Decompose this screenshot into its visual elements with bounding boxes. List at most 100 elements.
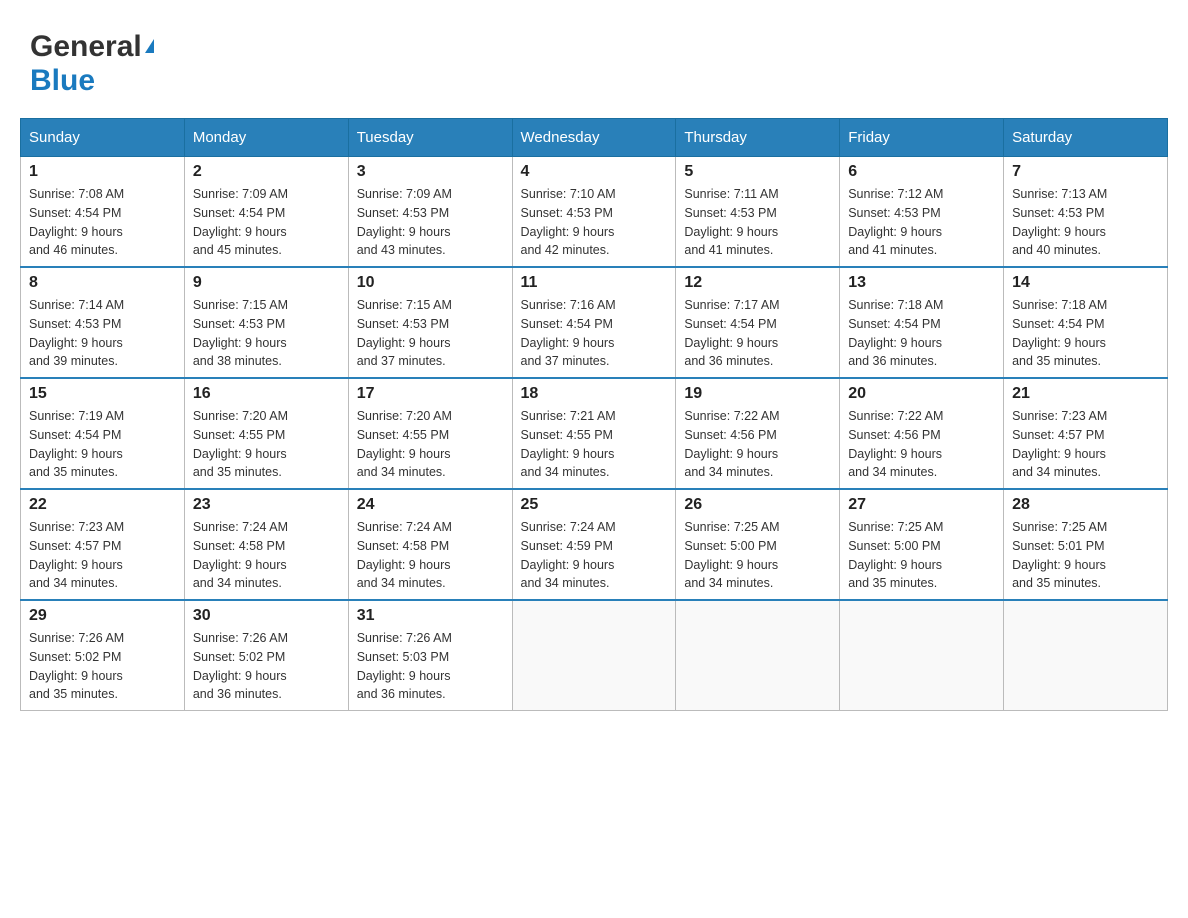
day-info: Sunrise: 7:23 AMSunset: 4:57 PMDaylight:… (29, 518, 176, 593)
day-info: Sunrise: 7:18 AMSunset: 4:54 PMDaylight:… (1012, 296, 1159, 371)
day-info: Sunrise: 7:26 AMSunset: 5:03 PMDaylight:… (357, 629, 504, 704)
calendar-cell: 17Sunrise: 7:20 AMSunset: 4:55 PMDayligh… (348, 378, 512, 489)
calendar-cell: 19 Sunrise: 7:22 AMSunset: 4:56 PMDayligh… (676, 378, 840, 489)
calendar-cell: 25 Sunrise: 7:24 AMSunset: 4:59 PMDayligh… (512, 489, 676, 600)
day-info: Sunrise: 7:23 AMSunset: 4:57 PMDaylight:… (1012, 407, 1159, 482)
calendar-cell: 15 Sunrise: 7:19 AMSunset: 4:54 PMDayligh… (21, 378, 185, 489)
day-info: Sunrise: 7:20 AMSunset: 4:55 PMDaylight:… (357, 407, 504, 482)
day-number: 1 (29, 163, 176, 181)
calendar-cell: 5 Sunrise: 7:11 AMSunset: 4:53 PMDaylight… (676, 157, 840, 268)
calendar-week-row: 22 Sunrise: 7:23 AMSunset: 4:57 PMDayligh… (21, 489, 1168, 600)
header-thursday: Thursday (676, 119, 840, 157)
calendar-cell: 16Sunrise: 7:20 AMSunset: 4:55 PMDayligh… (184, 378, 348, 489)
calendar-cell (676, 600, 840, 711)
calendar-table: SundayMondayTuesdayWednesdayThursdayFrid… (20, 118, 1168, 711)
calendar-cell: 4 Sunrise: 7:10 AMSunset: 4:53 PMDaylight… (512, 157, 676, 268)
calendar-cell: 2 Sunrise: 7:09 AMSunset: 4:54 PMDaylight… (184, 157, 348, 268)
day-info: Sunrise: 7:20 AMSunset: 4:55 PMDaylight:… (193, 407, 340, 482)
calendar-cell: 28 Sunrise: 7:25 AMSunset: 5:01 PMDayligh… (1004, 489, 1168, 600)
day-info: Sunrise: 7:22 AMSunset: 4:56 PMDaylight:… (848, 407, 995, 482)
day-info: Sunrise: 7:09 AMSunset: 4:54 PMDaylight:… (193, 185, 340, 260)
calendar-cell (1004, 600, 1168, 711)
day-info: Sunrise: 7:08 AMSunset: 4:54 PMDaylight:… (29, 185, 176, 260)
calendar-cell: 20Sunrise: 7:22 AMSunset: 4:56 PMDayligh… (840, 378, 1004, 489)
day-info: Sunrise: 7:25 AMSunset: 5:00 PMDaylight:… (684, 518, 831, 593)
day-number: 28 (1012, 496, 1159, 514)
calendar-cell: 27 Sunrise: 7:25 AMSunset: 5:00 PMDayligh… (840, 489, 1004, 600)
calendar-cell: 12Sunrise: 7:17 AMSunset: 4:54 PMDayligh… (676, 267, 840, 378)
day-number: 30 (193, 607, 340, 625)
day-info: Sunrise: 7:09 AMSunset: 4:53 PMDaylight:… (357, 185, 504, 260)
day-number: 14 (1012, 274, 1159, 292)
day-number: 27 (848, 496, 995, 514)
day-info: Sunrise: 7:21 AMSunset: 4:55 PMDaylight:… (521, 407, 668, 482)
day-info: Sunrise: 7:19 AMSunset: 4:54 PMDaylight:… (29, 407, 176, 482)
calendar-cell: 29Sunrise: 7:26 AMSunset: 5:02 PMDayligh… (21, 600, 185, 711)
day-info: Sunrise: 7:24 AMSunset: 4:59 PMDaylight:… (521, 518, 668, 593)
calendar-cell (840, 600, 1004, 711)
day-number: 11 (521, 274, 668, 292)
calendar-cell: 30 Sunrise: 7:26 AMSunset: 5:02 PMDayligh… (184, 600, 348, 711)
calendar-cell: 3Sunrise: 7:09 AMSunset: 4:53 PMDaylight… (348, 157, 512, 268)
calendar-cell: 8 Sunrise: 7:14 AMSunset: 4:53 PMDaylight… (21, 267, 185, 378)
day-info: Sunrise: 7:12 AMSunset: 4:53 PMDaylight:… (848, 185, 995, 260)
day-number: 13 (848, 274, 995, 292)
calendar-cell: 24 Sunrise: 7:24 AMSunset: 4:58 PMDayligh… (348, 489, 512, 600)
day-info: Sunrise: 7:14 AMSunset: 4:53 PMDaylight:… (29, 296, 176, 371)
day-number: 4 (521, 163, 668, 181)
day-info: Sunrise: 7:16 AMSunset: 4:54 PMDaylight:… (521, 296, 668, 371)
calendar-cell: 10Sunrise: 7:15 AMSunset: 4:53 PMDayligh… (348, 267, 512, 378)
calendar-week-row: 8 Sunrise: 7:14 AMSunset: 4:53 PMDaylight… (21, 267, 1168, 378)
calendar-cell: 26 Sunrise: 7:25 AMSunset: 5:00 PMDayligh… (676, 489, 840, 600)
day-info: Sunrise: 7:25 AMSunset: 5:00 PMDaylight:… (848, 518, 995, 593)
day-number: 5 (684, 163, 831, 181)
header-saturday: Saturday (1004, 119, 1168, 157)
day-info: Sunrise: 7:15 AMSunset: 4:53 PMDaylight:… (193, 296, 340, 371)
day-number: 25 (521, 496, 668, 514)
day-info: Sunrise: 7:24 AMSunset: 4:58 PMDaylight:… (193, 518, 340, 593)
day-number: 21 (1012, 385, 1159, 403)
calendar-cell: 13 Sunrise: 7:18 AMSunset: 4:54 PMDayligh… (840, 267, 1004, 378)
day-number: 9 (193, 274, 340, 292)
day-number: 6 (848, 163, 995, 181)
logo: General Blue (30, 30, 154, 98)
calendar-cell: 7 Sunrise: 7:13 AMSunset: 4:53 PMDaylight… (1004, 157, 1168, 268)
day-number: 10 (357, 274, 504, 292)
day-info: Sunrise: 7:10 AMSunset: 4:53 PMDaylight:… (521, 185, 668, 260)
day-number: 15 (29, 385, 176, 403)
day-info: Sunrise: 7:11 AMSunset: 4:53 PMDaylight:… (684, 185, 831, 260)
day-info: Sunrise: 7:25 AMSunset: 5:01 PMDaylight:… (1012, 518, 1159, 593)
logo-triangle (145, 39, 154, 53)
day-number: 23 (193, 496, 340, 514)
day-number: 2 (193, 163, 340, 181)
day-number: 18 (521, 385, 668, 403)
day-info: Sunrise: 7:26 AMSunset: 5:02 PMDaylight:… (193, 629, 340, 704)
day-number: 24 (357, 496, 504, 514)
calendar-cell: 18 Sunrise: 7:21 AMSunset: 4:55 PMDayligh… (512, 378, 676, 489)
header-wednesday: Wednesday (512, 119, 676, 157)
calendar-header-row: SundayMondayTuesdayWednesdayThursdayFrid… (21, 119, 1168, 157)
calendar-cell: 9 Sunrise: 7:15 AMSunset: 4:53 PMDaylight… (184, 267, 348, 378)
calendar-cell: 1 Sunrise: 7:08 AMSunset: 4:54 PMDaylight… (21, 157, 185, 268)
header-monday: Monday (184, 119, 348, 157)
day-info: Sunrise: 7:13 AMSunset: 4:53 PMDaylight:… (1012, 185, 1159, 260)
day-number: 7 (1012, 163, 1159, 181)
day-number: 19 (684, 385, 831, 403)
day-info: Sunrise: 7:22 AMSunset: 4:56 PMDaylight:… (684, 407, 831, 482)
day-number: 26 (684, 496, 831, 514)
day-info: Sunrise: 7:18 AMSunset: 4:54 PMDaylight:… (848, 296, 995, 371)
day-number: 22 (29, 496, 176, 514)
header-tuesday: Tuesday (348, 119, 512, 157)
calendar-week-row: 15 Sunrise: 7:19 AMSunset: 4:54 PMDayligh… (21, 378, 1168, 489)
day-number: 8 (29, 274, 176, 292)
logo-blue-text: Blue (30, 64, 95, 98)
calendar-cell: 6 Sunrise: 7:12 AMSunset: 4:53 PMDaylight… (840, 157, 1004, 268)
calendar-week-row: 1 Sunrise: 7:08 AMSunset: 4:54 PMDaylight… (21, 157, 1168, 268)
page-header: General Blue (20, 20, 1168, 98)
calendar-cell: 22 Sunrise: 7:23 AMSunset: 4:57 PMDayligh… (21, 489, 185, 600)
calendar-cell: 21 Sunrise: 7:23 AMSunset: 4:57 PMDayligh… (1004, 378, 1168, 489)
calendar-cell (512, 600, 676, 711)
logo-general-text: General (30, 30, 142, 64)
day-info: Sunrise: 7:24 AMSunset: 4:58 PMDaylight:… (357, 518, 504, 593)
calendar-cell: 11 Sunrise: 7:16 AMSunset: 4:54 PMDayligh… (512, 267, 676, 378)
